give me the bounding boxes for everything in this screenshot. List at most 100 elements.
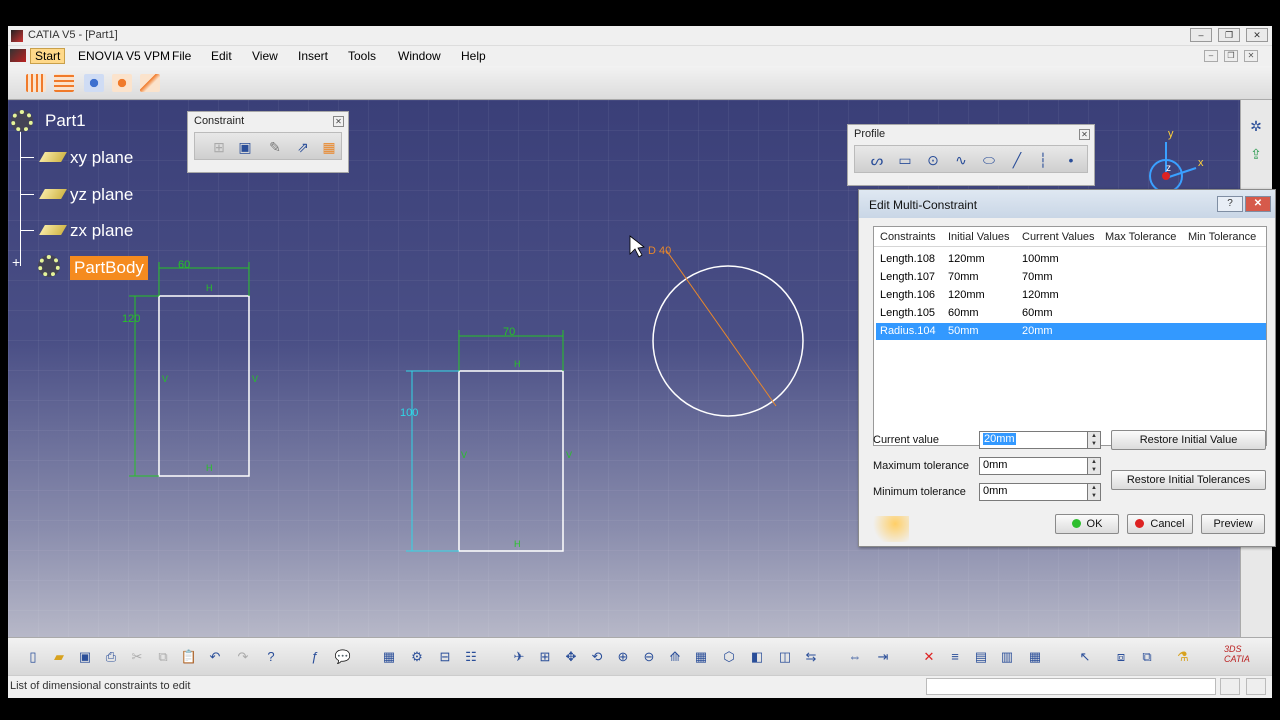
close-button[interactable]: ✕ bbox=[1246, 28, 1268, 42]
profile-icon[interactable]: ᔕ bbox=[867, 151, 887, 169]
menu-tools[interactable]: Tools bbox=[348, 49, 376, 63]
animate-constraint-icon[interactable]: ⇗ bbox=[293, 138, 313, 156]
comment-icon[interactable]: 💬 bbox=[334, 648, 352, 666]
whats-this-icon[interactable]: ? bbox=[262, 648, 280, 666]
circle[interactable] bbox=[652, 265, 804, 417]
ok-button[interactable]: OK bbox=[1055, 514, 1119, 534]
edit-multi-constraint-icon[interactable]: ▦ bbox=[319, 138, 339, 156]
table-row[interactable]: Length.107 70mm 70mm bbox=[878, 269, 1264, 286]
restore-initial-tolerances-button[interactable]: Restore Initial Tolerances bbox=[1111, 470, 1266, 490]
profile-toolbar-close-icon[interactable]: ✕ bbox=[1079, 129, 1090, 140]
point-icon[interactable]: • bbox=[1061, 151, 1081, 169]
min-tolerance-input[interactable]: 0mm bbox=[979, 483, 1097, 501]
tree-item-zx-plane[interactable]: zx plane bbox=[70, 221, 133, 241]
table-row-selected[interactable]: Radius.104 50mm 20mm bbox=[876, 323, 1266, 340]
multi-view-icon[interactable]: ▦ bbox=[692, 648, 710, 666]
analysis-icon[interactable]: ☷ bbox=[462, 648, 480, 666]
rotate-icon[interactable]: ⟲ bbox=[588, 648, 606, 666]
current-value-input[interactable]: 20mm bbox=[979, 431, 1097, 449]
window-titlebar[interactable]: CATIA V5 - [Part1] ‒ ❐ ✕ bbox=[8, 26, 1272, 46]
ellipse-icon[interactable]: ⬭ bbox=[979, 151, 999, 169]
mirror-icon[interactable]: ▥ bbox=[998, 648, 1016, 666]
circle-diameter-label[interactable]: D 40 bbox=[648, 245, 671, 257]
corner-icon[interactable]: ≡ bbox=[946, 648, 964, 666]
trim-icon[interactable]: ✕ bbox=[920, 648, 938, 666]
table-row[interactable]: Length.106 120mm 120mm bbox=[878, 287, 1264, 304]
spline-icon[interactable]: ∿ bbox=[951, 151, 971, 169]
rect1-width-label[interactable]: 60 bbox=[178, 259, 190, 271]
hide-show-icon[interactable]: ◫ bbox=[776, 648, 794, 666]
menu-window[interactable]: Window bbox=[398, 49, 441, 63]
select-icon[interactable]: ↖ bbox=[1076, 648, 1094, 666]
sketcher-icon[interactable]: ⇔ bbox=[846, 648, 864, 666]
menu-view[interactable]: View bbox=[252, 49, 278, 63]
fit-all-icon[interactable]: ⊞ bbox=[536, 648, 554, 666]
fix-together-icon[interactable]: ✎ bbox=[265, 138, 285, 156]
menu-insert[interactable]: Insert bbox=[298, 49, 328, 63]
constraint-dialog-icon[interactable]: ⊞ bbox=[209, 138, 229, 156]
edit-multi-constraint-dialog[interactable]: Edit Multi-Constraint ? ✕ Constraints In… bbox=[858, 189, 1276, 547]
snap-to-point-icon[interactable] bbox=[54, 74, 74, 92]
axis-icon[interactable]: ┆ bbox=[1033, 151, 1053, 169]
help-icon[interactable]: ? bbox=[1217, 196, 1243, 212]
workbench-tools-icon[interactable]: ✲ bbox=[1247, 118, 1265, 136]
restore-initial-value-button[interactable]: Restore Initial Value bbox=[1111, 430, 1266, 450]
chamfer-icon[interactable]: ▤ bbox=[972, 648, 990, 666]
menu-start[interactable]: Start bbox=[30, 48, 66, 64]
current-value-spinner[interactable]: ▲ ▼ bbox=[1087, 431, 1101, 449]
max-tolerance-input[interactable]: 0mm bbox=[979, 457, 1097, 475]
column-header[interactable]: Initial Values bbox=[948, 231, 1010, 243]
tree-item-partbody[interactable]: PartBody bbox=[70, 256, 148, 280]
tree-item-xy-plane[interactable]: xy plane bbox=[70, 148, 133, 168]
expand-plus-icon[interactable]: + bbox=[12, 254, 20, 270]
rectangle-2[interactable] bbox=[458, 370, 564, 552]
save-icon[interactable]: ▣ bbox=[76, 648, 94, 666]
new-icon[interactable]: ▯ bbox=[24, 648, 42, 666]
rectangle-1[interactable] bbox=[158, 295, 250, 477]
max-tolerance-spinner[interactable]: ▲ ▼ bbox=[1087, 457, 1101, 475]
menu-file[interactable]: File bbox=[172, 49, 191, 63]
column-header[interactable]: Constraints bbox=[880, 231, 936, 243]
circle-icon[interactable]: ⊙ bbox=[923, 151, 943, 169]
column-header[interactable]: Min Tolerance bbox=[1188, 231, 1256, 243]
cut-icon[interactable]: ✂ bbox=[128, 648, 146, 666]
constraint-toolbar-panel[interactable]: Constraint ✕ ⊞ ▣ ✎ ⇗ ▦ bbox=[187, 111, 349, 173]
zoom-out-icon[interactable]: ⊖ bbox=[640, 648, 658, 666]
doc-restore-button[interactable]: ❐ bbox=[1224, 50, 1238, 62]
constraint-icon[interactable]: ▣ bbox=[235, 138, 255, 156]
undo-icon[interactable]: ↶ bbox=[206, 648, 224, 666]
project-3d-icon[interactable]: ▦ bbox=[1026, 648, 1044, 666]
paste-icon[interactable]: 📋 bbox=[180, 648, 198, 666]
print-icon[interactable]: ⎙ bbox=[102, 648, 120, 666]
rect2-height-label[interactable]: 100 bbox=[400, 407, 418, 419]
column-header[interactable]: Max Tolerance bbox=[1105, 231, 1176, 243]
min-tolerance-spinner[interactable]: ▲ ▼ bbox=[1087, 483, 1101, 501]
formula-icon[interactable]: ƒ bbox=[306, 648, 324, 666]
table-icon[interactable]: ▦ bbox=[380, 648, 398, 666]
dialog-close-icon[interactable]: ✕ bbox=[1245, 196, 1271, 212]
menu-enovia[interactable]: ENOVIA V5 VPM bbox=[78, 49, 170, 63]
render-style-icon[interactable]: ⧉ bbox=[1138, 648, 1156, 666]
exit-sketch-icon[interactable]: ⇥ bbox=[874, 648, 892, 666]
status-close-button[interactable] bbox=[1246, 678, 1266, 695]
status-button[interactable] bbox=[1220, 678, 1240, 695]
measure-icon[interactable]: ⊟ bbox=[436, 648, 454, 666]
shading-icon[interactable]: ◧ bbox=[748, 648, 766, 666]
swap-visible-space-icon[interactable]: ⇆ bbox=[802, 648, 820, 666]
table-row[interactable]: Length.105 60mm 60mm bbox=[878, 305, 1264, 322]
tree-root-part1[interactable]: Part1 bbox=[45, 111, 86, 131]
iso-view-icon[interactable]: ⬡ bbox=[720, 648, 738, 666]
grid-icon[interactable] bbox=[26, 74, 46, 92]
cancel-button[interactable]: Cancel bbox=[1127, 514, 1193, 534]
menu-edit[interactable]: Edit bbox=[211, 49, 232, 63]
preview-button[interactable]: Preview bbox=[1201, 514, 1265, 534]
material-icon[interactable]: ⚗ bbox=[1174, 648, 1192, 666]
command-input[interactable] bbox=[926, 678, 1216, 695]
pan-icon[interactable]: ✥ bbox=[562, 648, 580, 666]
table-row[interactable]: Length.108 120mm 100mm bbox=[878, 251, 1264, 268]
normal-view-icon[interactable]: ⟰ bbox=[666, 648, 684, 666]
redo-icon[interactable]: ↷ bbox=[234, 648, 252, 666]
copy-icon[interactable]: ⧉ bbox=[154, 648, 172, 666]
menu-help[interactable]: Help bbox=[461, 49, 486, 63]
constraint-toolbar-close-icon[interactable]: ✕ bbox=[333, 116, 344, 127]
